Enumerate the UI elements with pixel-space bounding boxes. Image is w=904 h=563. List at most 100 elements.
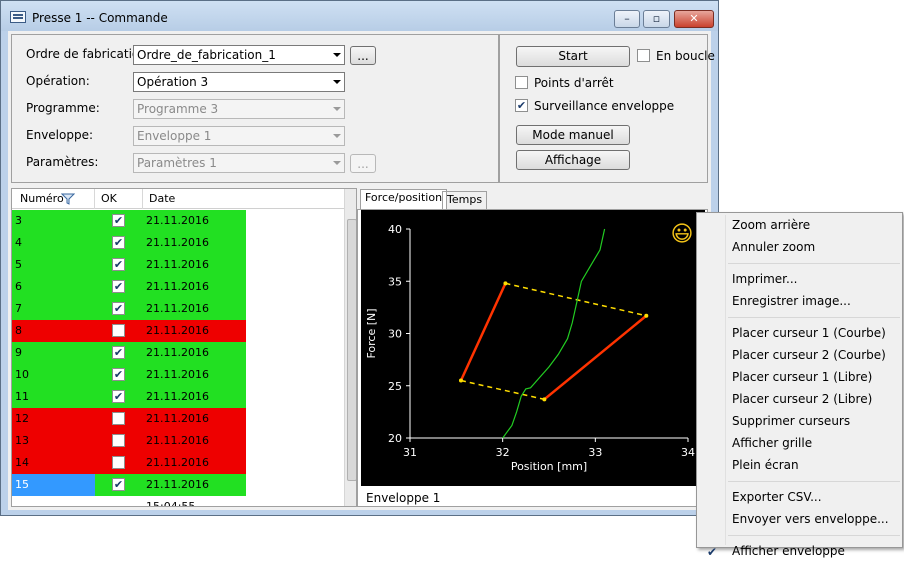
cell-numero[interactable]: 9 <box>12 342 95 364</box>
ok-checkbox[interactable]: ✔ <box>112 258 125 271</box>
ok-checkbox[interactable]: ✔ <box>112 214 125 227</box>
col-header-date[interactable]: Date <box>149 192 175 205</box>
cell-date[interactable]: 21.11.2016 15:03:51 <box>143 430 246 469</box>
parametres-combo[interactable]: Paramètres 1 <box>133 153 345 173</box>
tab-force-position[interactable]: Force/position <box>360 189 448 210</box>
ok-checkbox[interactable] <box>112 434 125 447</box>
cell-date[interactable]: 21.11.2016 15:03:01 <box>143 386 246 425</box>
cell-numero[interactable]: 7 <box>12 298 95 320</box>
menu-separator <box>728 263 900 264</box>
scrollbar-thumb[interactable] <box>347 219 356 481</box>
en-boucle-label[interactable]: En boucle <box>656 49 715 63</box>
table-row[interactable]: 9 ✔ 21.11.2016 15:02:25 <box>12 342 344 381</box>
x-tick-label: 34 <box>681 446 695 459</box>
cell-date[interactable]: 21.11.2016 15:01:54 <box>143 298 246 337</box>
ok-checkbox[interactable]: ✔ <box>112 478 125 491</box>
menu-item[interactable]: Envoyer vers enveloppe... <box>699 509 900 531</box>
cell-numero[interactable]: 13 <box>12 430 95 452</box>
ok-checkbox[interactable] <box>112 412 125 425</box>
menu-item[interactable]: Placer curseur 1 (Libre) <box>699 367 900 389</box>
menu-item[interactable]: Imprimer... <box>699 269 900 291</box>
affichage-button[interactable]: Affichage <box>516 150 630 170</box>
menu-item[interactable]: Exporter CSV... <box>699 487 900 509</box>
cell-numero[interactable]: 15 <box>12 474 95 496</box>
menu-item[interactable]: Annuler zoom <box>699 237 900 259</box>
menu-item[interactable]: Enregistrer image... <box>699 291 900 313</box>
cell-numero[interactable]: 3 <box>12 210 95 232</box>
cell-numero[interactable]: 8 <box>12 320 95 342</box>
menu-item[interactable]: Afficher grille <box>699 433 900 455</box>
table-row[interactable]: 12 21.11.2016 15:03:39 <box>12 408 344 447</box>
en-boucle-checkbox[interactable] <box>637 49 650 62</box>
ok-checkbox[interactable]: ✔ <box>112 236 125 249</box>
cell-numero[interactable]: 6 <box>12 276 95 298</box>
table-row[interactable]: 6 ✔ 21.11.2016 15:01:45 <box>12 276 344 315</box>
envelope-corner-point <box>542 397 547 402</box>
cell-numero[interactable]: 12 <box>12 408 95 430</box>
cell-date[interactable]: 21.11.2016 15:02:34 <box>143 364 246 403</box>
cell-numero[interactable]: 11 <box>12 386 95 408</box>
ordre-combo[interactable]: Ordre_de_fabrication_1 <box>133 45 345 65</box>
start-button[interactable]: Start <box>516 46 630 67</box>
cell-date[interactable]: 21.11.2016 15:04:55 <box>143 474 246 506</box>
cell-date[interactable]: 21.11.2016 15:02:11 <box>143 320 246 359</box>
menu-item-label: Afficher enveloppe <box>732 544 845 558</box>
grid-scrollbar[interactable] <box>344 189 356 506</box>
cell-date[interactable]: 21.11.2016 15:04:16 <box>143 452 246 491</box>
enveloppe-combo[interactable]: Enveloppe 1 <box>133 126 345 146</box>
force-position-chart[interactable]: 31 32 33 34 20 25 30 35 40 Position [mm] Force [N]… <box>361 210 705 486</box>
maximize-button[interactable]: ▫ <box>643 10 670 28</box>
table-row[interactable]: 15 ✔ 21.11.2016 15:04:55 <box>12 474 344 506</box>
menu-item[interactable]: Supprimer curseurs <box>699 411 900 433</box>
cell-date[interactable]: 21.11.2016 15:01:20 <box>143 232 246 271</box>
ok-checkbox[interactable]: ✔ <box>112 302 125 315</box>
menu-item[interactable]: Placer curseur 1 (Courbe) <box>699 323 900 345</box>
table-row[interactable]: 10 ✔ 21.11.2016 15:02:34 <box>12 364 344 403</box>
col-header-numero[interactable]: Numéro <box>20 192 64 205</box>
table-row[interactable]: 8 21.11.2016 15:02:11 <box>12 320 344 359</box>
table-row[interactable]: 5 ✔ 21.11.2016 15:01:35 <box>12 254 344 293</box>
menu-item[interactable]: ✔ Afficher enveloppe <box>699 541 900 563</box>
cell-numero[interactable]: 10 <box>12 364 95 386</box>
cell-date[interactable]: 21.11.2016 15:03:39 <box>143 408 246 447</box>
parametres-browse-button[interactable]: ... <box>350 154 376 173</box>
tab-temps[interactable]: Temps <box>442 191 488 209</box>
ok-checkbox[interactable] <box>112 324 125 337</box>
table-row[interactable]: 11 ✔ 21.11.2016 15:03:01 <box>12 386 344 425</box>
ok-checkbox[interactable] <box>112 456 125 469</box>
ok-checkbox[interactable]: ✔ <box>112 390 125 403</box>
cell-numero[interactable]: 14 <box>12 452 95 474</box>
table-row[interactable]: 4 ✔ 21.11.2016 15:01:20 <box>12 232 344 271</box>
programme-combo[interactable]: Programme 3 <box>133 99 345 119</box>
menu-item[interactable]: Plein écran <box>699 455 900 477</box>
minimize-button[interactable]: – <box>614 10 640 28</box>
col-header-ok[interactable]: OK <box>101 192 117 205</box>
cell-numero[interactable]: 4 <box>12 232 95 254</box>
ok-checkbox[interactable]: ✔ <box>112 368 125 381</box>
points-arret-checkbox[interactable] <box>515 76 528 89</box>
menu-item[interactable]: Placer curseur 2 (Courbe) <box>699 345 900 367</box>
cell-date[interactable]: 21.11.2016 15:01:02 <box>143 210 246 249</box>
cell-numero[interactable]: 5 <box>12 254 95 276</box>
operation-combo[interactable]: Opération 3 <box>133 72 345 92</box>
surveillance-checkbox[interactable]: ✔ <box>515 99 528 112</box>
title-bar[interactable]: Presse 1 -- Commande – ▫ ✕ <box>1 1 718 31</box>
ordre-browse-button[interactable]: ... <box>350 46 376 65</box>
ok-checkbox[interactable]: ✔ <box>112 346 125 359</box>
table-row[interactable]: 13 21.11.2016 15:03:51 <box>12 430 344 469</box>
cell-date[interactable]: 21.11.2016 15:01:45 <box>143 276 246 315</box>
table-row[interactable]: 3 ✔ 21.11.2016 15:01:02 <box>12 210 344 249</box>
points-arret-label[interactable]: Points d'arrêt <box>534 76 614 90</box>
table-row[interactable]: 7 ✔ 21.11.2016 15:01:54 <box>12 298 344 337</box>
cell-date[interactable]: 21.11.2016 15:02:25 <box>143 342 246 381</box>
surveillance-label[interactable]: Surveillance enveloppe <box>534 99 674 113</box>
table-row[interactable]: 14 21.11.2016 15:04:16 <box>12 452 344 491</box>
filter-icon[interactable] <box>61 193 75 205</box>
menu-item[interactable]: Placer curseur 2 (Libre) <box>699 389 900 411</box>
cell-date[interactable]: 21.11.2016 15:01:35 <box>143 254 246 293</box>
ok-checkbox[interactable]: ✔ <box>112 280 125 293</box>
close-button[interactable]: ✕ <box>674 10 714 28</box>
mode-manuel-button[interactable]: Mode manuel <box>516 125 630 145</box>
cell-filler <box>246 364 344 386</box>
menu-item[interactable]: Zoom arrière <box>699 215 900 237</box>
